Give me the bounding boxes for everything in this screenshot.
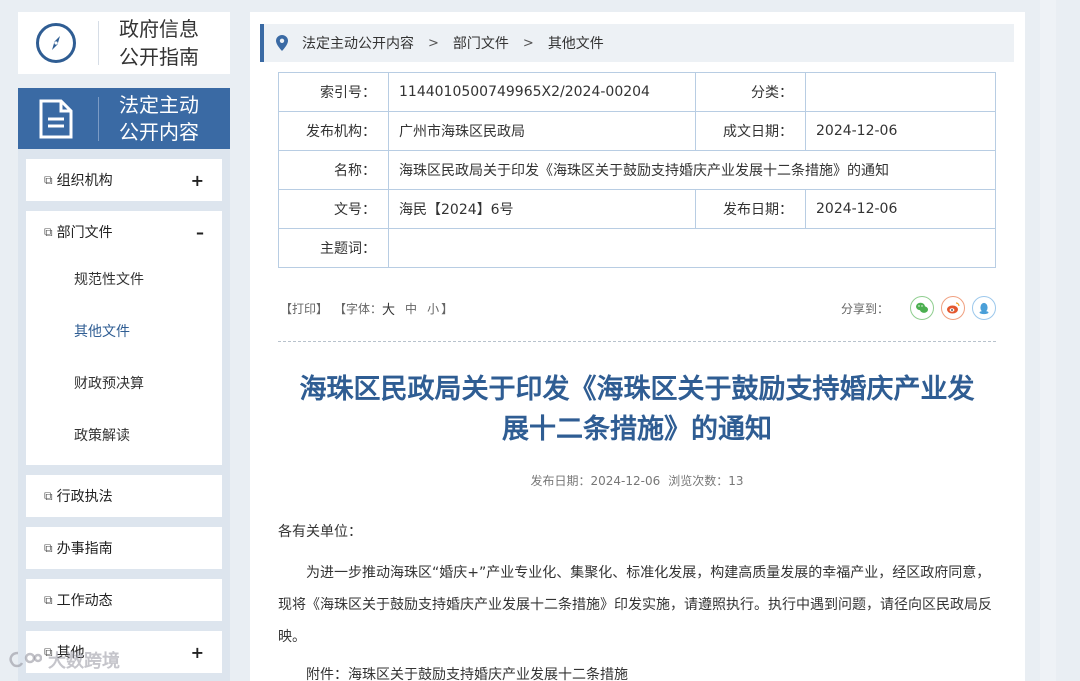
font-large-button[interactable]: 大 [382,299,395,318]
sidebar-subitem-other-docs[interactable]: 其他文件 [26,305,222,357]
copy-icon: ⧉ [44,488,53,503]
copy-icon: ⧉ [44,224,53,239]
category-label: 分类： [695,72,806,112]
body-paragraph: 为进一步推动海珠区“婚庆+”产业专业化、集聚化、标准化发展，构建高质量发展的幸福… [278,565,992,645]
table-row: 名称： 海珠区民政局关于印发《海珠区关于鼓励支持婚庆产业发展十二条措施》的通知 [278,150,996,190]
doc-number-label: 文号： [278,189,389,229]
greeting: 各有关单位： [278,524,362,540]
article-title: 海珠区民政局关于印发《海珠区关于鼓励支持婚庆产业发 展十二条措施》的通知 [299,374,975,445]
created-date-label: 成文日期： [695,111,806,151]
expand-icon[interactable]: + [191,171,204,190]
copy-icon: ⧉ [44,540,53,555]
scroll-rail [1040,0,1056,681]
created-date-value: 2024-12-06 [805,111,996,151]
name-label: 名称： [278,150,389,190]
active-section-title: 法定主动 公开内容 [119,92,199,144]
index-label: 索引号： [278,72,389,112]
font-small-button[interactable]: 小 [427,300,439,317]
collapse-icon[interactable]: – [196,223,204,242]
watermark: 大数跨境 [8,647,120,673]
doc-number-value: 海民【2024】6号 [388,189,696,229]
keyword-value [388,228,996,268]
print-button[interactable]: 【打印】 [280,300,328,317]
table-row: 文号： 海民【2024】6号 发布日期： 2024-12-06 [278,189,996,229]
copy-icon: ⧉ [44,172,53,187]
table-row: 主题词： [278,228,996,268]
weibo-share-button[interactable] [941,296,965,320]
publish-date: 发布日期：2024-12-06 [530,474,661,488]
publish-date-label: 发布日期： [695,189,806,229]
compass-icon [36,23,76,63]
active-section-button[interactable]: 法定主动 公开内容 [18,88,230,149]
table-row: 索引号： 1144010500749965X2/2024-00204 分类： [278,72,996,112]
publisher-value: 广州市海珠区民政局 [388,111,696,151]
sidebar-item-service-guide[interactable]: ⧉ 办事指南 [26,527,222,569]
category-value [805,72,996,112]
share-label: 分享到： [840,301,889,316]
wechat-share-button[interactable] [910,296,934,320]
sidebar-subitem-normative[interactable]: 规范性文件 [26,253,222,305]
copy-icon: ⧉ [44,592,53,607]
share-bar: 分享到： [841,296,996,320]
sidebar-menu: ⧉ 组织机构 + ⧉ 部门文件 – 规范性文件 其他文件 财政预决算 政策解读 … [18,149,230,681]
qq-share-button[interactable] [972,296,996,320]
keyword-label: 主题词： [278,228,389,268]
sidebar-group-dept-docs: ⧉ 部门文件 – 规范性文件 其他文件 财政预决算 政策解读 [26,211,222,465]
attachment-link[interactable]: 附件：海珠区关于鼓励支持婚庆产业发展十二条措施 [278,659,996,681]
location-pin-icon [276,35,288,51]
left-sidebar: 政府信息 公开指南 法定主动 公开内容 ⧉ 组织机构 + ⧉ 部门文件 – 规范… [18,12,230,681]
weibo-icon [947,302,960,314]
info-guide-button[interactable]: 政府信息 公开指南 [18,12,230,74]
font-size-suffix: 】 [441,301,454,316]
document-meta-table: 索引号： 1144010500749965X2/2024-00204 分类： 发… [278,72,996,268]
font-size-label: 【字体： [334,301,383,316]
sidebar-item-dept-docs[interactable]: ⧉ 部门文件 – [26,211,222,253]
watermark-logo-icon [9,651,42,668]
breadcrumb-item[interactable]: 部门文件 [453,33,509,53]
divider [98,21,99,65]
index-value: 1144010500749965X2/2024-00204 [388,72,696,112]
publish-date-value: 2024-12-06 [805,189,996,229]
article-publish-info: 发布日期：2024-12-06 浏览次数：13 [278,472,996,489]
breadcrumb: 法定主动公开内容 > 部门文件 > 其他文件 [260,24,1014,62]
expand-icon[interactable]: + [191,643,204,662]
main-content: 法定主动公开内容 > 部门文件 > 其他文件 索引号： 114401050074… [250,12,1025,681]
article-body: 各有关单位： 为进一步推动海珠区“婚庆+”产业专业化、集聚化、标准化发展，构建高… [278,516,996,681]
guide-title: 政府信息 公开指南 [119,17,199,69]
watermark-text: 大数跨境 [48,651,120,672]
sidebar-subitem-budget[interactable]: 财政预决算 [26,357,222,409]
chevron-right-icon: > [428,35,439,51]
chevron-right-icon: > [522,35,534,51]
sidebar-item-org[interactable]: ⧉ 组织机构 + [26,159,222,201]
divider [278,341,996,342]
sidebar-subitem-policy[interactable]: 政策解读 [26,409,222,461]
breadcrumb-item[interactable]: 法定主动公开内容 [302,33,414,53]
sidebar-item-news[interactable]: ⧉ 工作动态 [26,579,222,621]
qq-icon [979,302,989,315]
font-medium-button[interactable]: 中 [405,300,417,317]
sidebar-item-enforcement[interactable]: ⧉ 行政执法 [26,475,222,517]
article-tools: 【打印】 【字体： 大 中 小 】 分享到： [280,295,996,321]
publisher-label: 发布机构： [278,111,389,151]
breadcrumb-item[interactable]: 其他文件 [548,33,604,53]
divider [98,96,99,141]
wechat-icon [916,302,928,313]
name-value: 海珠区民政局关于印发《海珠区关于鼓励支持婚庆产业发展十二条措施》的通知 [388,150,996,190]
table-row: 发布机构： 广州市海珠区民政局 成文日期： 2024-12-06 [278,111,996,151]
view-count: 浏览次数：13 [668,474,744,488]
document-icon [39,99,73,138]
